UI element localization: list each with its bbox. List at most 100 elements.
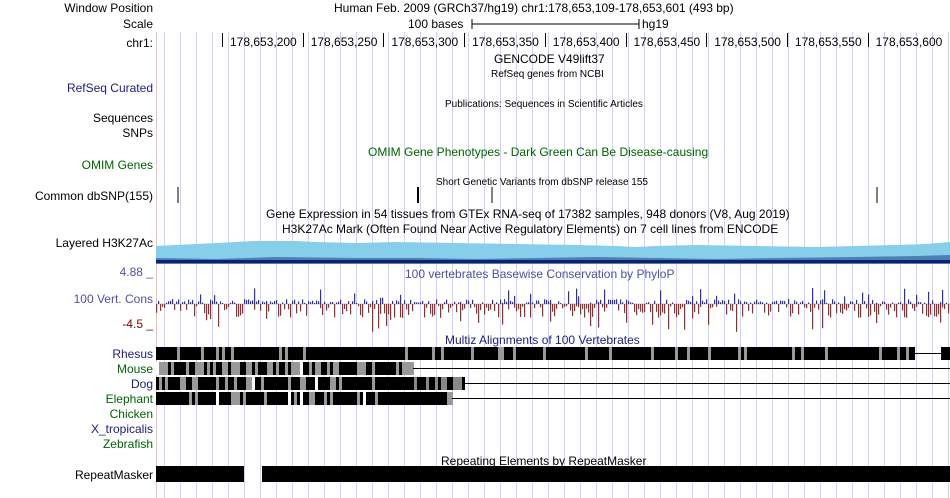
cons-bar-positive [852, 301, 854, 304]
cons-bar-positive [826, 302, 828, 304]
alignment-block [321, 347, 324, 360]
alignment-block [363, 377, 366, 390]
gtex-track-title[interactable]: Gene Expression in 54 tissues from GTEx … [266, 207, 790, 221]
refseq-curated-label[interactable]: RefSeq Curated [67, 81, 153, 95]
alignment-block [804, 347, 807, 360]
alignment-block [375, 347, 378, 360]
alignment-block [543, 347, 546, 360]
cons-bar-positive [500, 299, 502, 304]
snps-label[interactable]: SNPs [122, 126, 153, 140]
alignment-block [216, 362, 219, 375]
cons-track-title[interactable]: 100 vertebrates Basewise Conservation by… [405, 267, 674, 281]
vert-cons-label[interactable]: 100 Vert. Cons [74, 292, 153, 306]
multiz-track-title[interactable]: Multiz Alignments of 100 Vertebrates [445, 333, 640, 347]
dbsnp-track-title[interactable]: Short Genetic Variants from dbSNP releas… [436, 176, 648, 190]
alignment-block [195, 362, 198, 375]
cons-bar-negative [432, 304, 434, 317]
cons-bar-negative [822, 304, 824, 329]
layered-h3k27ac-label[interactable]: Layered H3K27Ac [56, 236, 153, 250]
alignment-block [405, 392, 408, 405]
publications-track-title[interactable]: Publications: Sequences in Scientific Ar… [445, 98, 643, 112]
ruler-tick-label: 178,653,550 [794, 35, 862, 49]
species-mouse-label[interactable]: Mouse [117, 362, 153, 376]
species-elephant-label[interactable]: Elephant [106, 392, 153, 406]
alignment-block [195, 377, 198, 390]
alignment-block [189, 392, 192, 405]
cons-bar-positive [910, 301, 912, 304]
alignment-block [417, 392, 420, 405]
cons-bar-negative [162, 304, 164, 307]
alignment-block [318, 362, 321, 375]
alignment-block [699, 347, 702, 360]
ruler-tick [786, 33, 788, 47]
cons-bar-positive [550, 299, 552, 304]
base-position-ruler[interactable]: 178,653,200 178,653,250 178,653,300 178,653… [0, 33, 950, 53]
cons-bar-positive [302, 299, 304, 304]
cons-bar-positive [772, 301, 774, 304]
h3k27ac-track-title[interactable]: H3K27Ac Mark (Often Found Near Active Re… [282, 222, 778, 236]
cons-bar-positive [254, 288, 256, 304]
cons-bar-positive [794, 300, 796, 304]
alignment-block [831, 347, 834, 360]
cons-bar-positive [918, 301, 920, 304]
cons-bar-negative [878, 304, 880, 315]
alignment-block [435, 347, 438, 360]
alignment-block [381, 362, 384, 375]
sequences-label[interactable]: Sequences [93, 111, 153, 125]
species-xtropicalis-label[interactable]: X_tropicalis [91, 422, 153, 436]
ruler-tick [625, 33, 627, 47]
omim-genes-label[interactable]: OMIM Genes [82, 158, 153, 172]
alignment-block [456, 377, 459, 390]
repeatmasker-blocks[interactable] [156, 466, 950, 482]
cons-bar-negative [584, 304, 586, 318]
species-dog-label[interactable]: Dog [131, 377, 153, 391]
repeatmasker-track-title[interactable]: Repeating Elements by RepeatMasker [441, 454, 646, 468]
alignment-block [354, 362, 357, 375]
alignment-block [318, 392, 321, 405]
cons-bar-positive [308, 301, 310, 304]
alignment-block [459, 347, 462, 360]
cons-bar-positive [844, 296, 846, 304]
repeatmasker-label[interactable]: RepeatMasker [75, 468, 153, 482]
alignment-block [378, 347, 381, 360]
multiz-alignments[interactable] [156, 346, 950, 408]
cons-bar-negative [368, 304, 370, 313]
alignment-block [585, 347, 588, 360]
alignment-block [390, 377, 393, 390]
cons-bar-negative [580, 304, 582, 315]
species-chicken-label[interactable]: Chicken [110, 407, 153, 421]
alignment-block [642, 347, 645, 360]
alignment-block [303, 377, 306, 390]
alignment-block [369, 392, 372, 405]
alignment-block [384, 347, 387, 360]
genome-browser-image[interactable]: Window Position Human Feb. 2009 (GRCh37/… [0, 0, 950, 498]
alignment-block [351, 347, 354, 360]
alignment-block [636, 347, 639, 360]
alignment-block [156, 362, 159, 375]
omim-track-title[interactable]: OMIM Gene Phenotypes - Dark Green Can Be… [368, 145, 708, 159]
alignment-block [315, 377, 318, 390]
alignment-block [297, 377, 300, 390]
alignment-block [849, 347, 852, 360]
species-zebrafish-label[interactable]: Zebrafish [103, 437, 153, 451]
cons-bar-positive [414, 301, 416, 304]
gencode-track-title[interactable]: GENCODE V49lift37 [494, 52, 605, 66]
common-dbsnp-label[interactable]: Common dbSNP(155) [35, 189, 153, 203]
alignment-block [258, 347, 261, 360]
alignment-block [297, 392, 300, 405]
alignment-block [441, 392, 444, 405]
cons-bar-positive [332, 301, 334, 304]
alignment-block [645, 347, 648, 360]
alignment-block [276, 347, 279, 360]
cons-bar-negative [940, 304, 942, 323]
alignment-block [873, 347, 876, 360]
alignment-block [294, 347, 297, 360]
alignment-block [432, 347, 435, 360]
cons-bar-positive [272, 302, 274, 304]
cons-bar-negative [730, 304, 732, 311]
alignment-block [729, 347, 732, 360]
cons-bar-positive [812, 288, 814, 304]
alignment-block [357, 392, 360, 405]
species-rhesus-label[interactable]: Rhesus [112, 347, 153, 361]
h3k27ac-signal[interactable] [156, 238, 950, 264]
